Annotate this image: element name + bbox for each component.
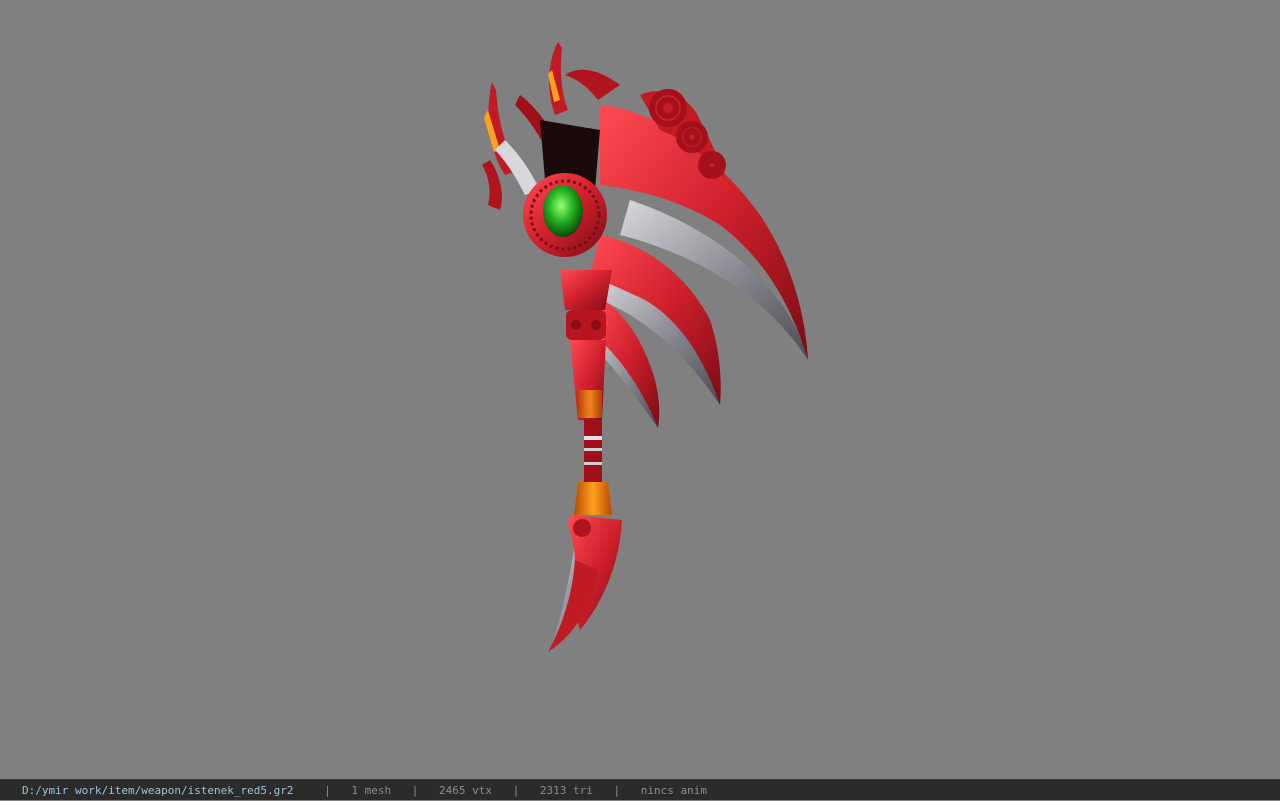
status-separator: |: [512, 784, 520, 797]
vertex-count-label: 2465 vtx: [439, 784, 493, 797]
status-separator: |: [411, 784, 419, 797]
status-separator: |: [613, 784, 621, 797]
mesh-count-label: 1 mesh: [351, 784, 392, 797]
green-gem: [543, 185, 583, 237]
weapon-model-render: [482, 42, 808, 652]
status-separator: |: [324, 784, 331, 797]
file-path-label: D:/ymir work/item/weapon/istenek_red5.gr…: [22, 784, 294, 797]
animation-status-label: nincs anim: [640, 784, 707, 797]
status-bar: D:/ymir work/item/weapon/istenek_red5.gr…: [0, 779, 1280, 800]
horn-group: [484, 42, 600, 195]
triangle-count-label: 2313 tri: [539, 784, 593, 797]
3d-viewport[interactable]: [0, 0, 1280, 779]
